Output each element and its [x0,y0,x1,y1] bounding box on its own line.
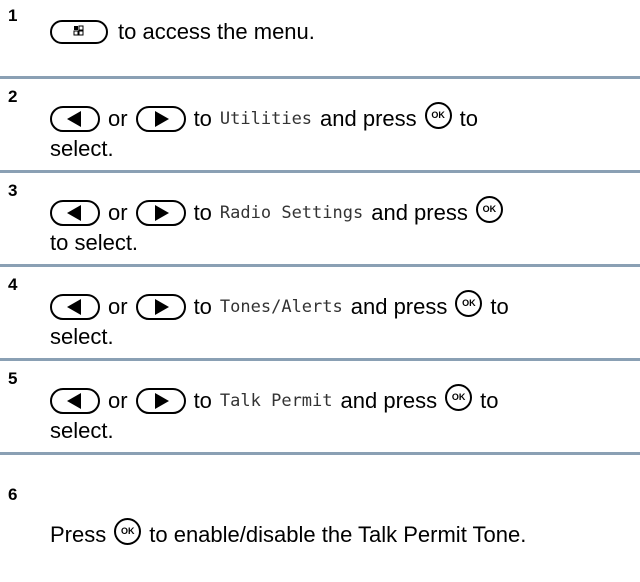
or-text: or [108,294,128,319]
step-instruction: Press OK to enable/disable the Talk Perm… [50,517,527,549]
or-text: or [108,106,128,131]
step-instruction: or to Radio Settings and press OK [50,195,511,227]
step-instruction: or to Talk Permit and press OK to [50,383,499,415]
step-number: 2 [8,87,18,106]
menu-item-code: Radio Settings [219,203,364,223]
step-instruction: or to Utilities and press OK to [50,101,479,133]
step-instruction: to access the menu. [50,18,315,46]
step-instruction: or to Tones/Alerts and press OK to [50,289,509,321]
ok-button-icon: OK [445,383,473,411]
step-2: 2 or to Utilities and press OK to select… [0,79,640,169]
press-text: and press [350,294,448,319]
step-text: to access the menu. [118,19,315,44]
or-text: or [108,200,128,225]
step-number: 4 [8,275,18,294]
step-number: 1 [8,6,18,25]
ok-button-icon: OK [114,517,142,545]
to-text: to [193,294,212,319]
ok-button-icon: OK [475,195,503,223]
step-text: to [459,106,479,131]
step-text: to [480,388,499,413]
step-continuation: select. [50,418,114,443]
step-4: 4 or to Tones/Alerts and press OK to sel… [0,267,640,357]
ok-button-icon: OK [455,289,483,317]
step-continuation: to select. [50,230,139,255]
left-arrow-button-icon [50,388,100,414]
step-number: 5 [8,369,18,388]
or-text: or [108,388,128,413]
to-text: to [193,388,212,413]
menu-item-code: Talk Permit [219,391,333,411]
step-3: 3 or to Radio Settings and press OK to s… [0,173,640,263]
step-5: 5 or to Talk Permit and press OK to sele… [0,361,640,451]
right-arrow-button-icon [135,294,186,320]
step-1: 1 to access the menu. [0,0,640,75]
left-arrow-button-icon [50,106,100,132]
step-number: 6 [8,485,18,504]
menu-item-code: Utilities [219,109,313,129]
right-arrow-button-icon [135,106,186,132]
press-text: and press [320,106,417,131]
ok-button-icon: OK [424,101,452,129]
menu-item-code: Tones/Alerts [219,297,343,317]
step-text: to enable/disable the Talk Permit Tone. [149,522,527,547]
press-text: and press [371,200,468,225]
press-text: Press [50,522,107,547]
menu-button-icon [50,20,108,44]
left-arrow-button-icon [50,200,100,226]
left-arrow-button-icon [50,294,100,320]
press-text: and press [340,388,438,413]
step-number: 3 [8,181,18,200]
step-continuation: select. [50,136,114,161]
right-arrow-button-icon [135,388,186,414]
right-arrow-button-icon [135,200,186,226]
step-6: 6 Press OK to enable/disable the Talk Pe… [0,455,640,575]
step-text: to [490,294,509,319]
step-continuation: select. [50,324,114,349]
to-text: to [193,106,212,131]
to-text: to [193,200,212,225]
